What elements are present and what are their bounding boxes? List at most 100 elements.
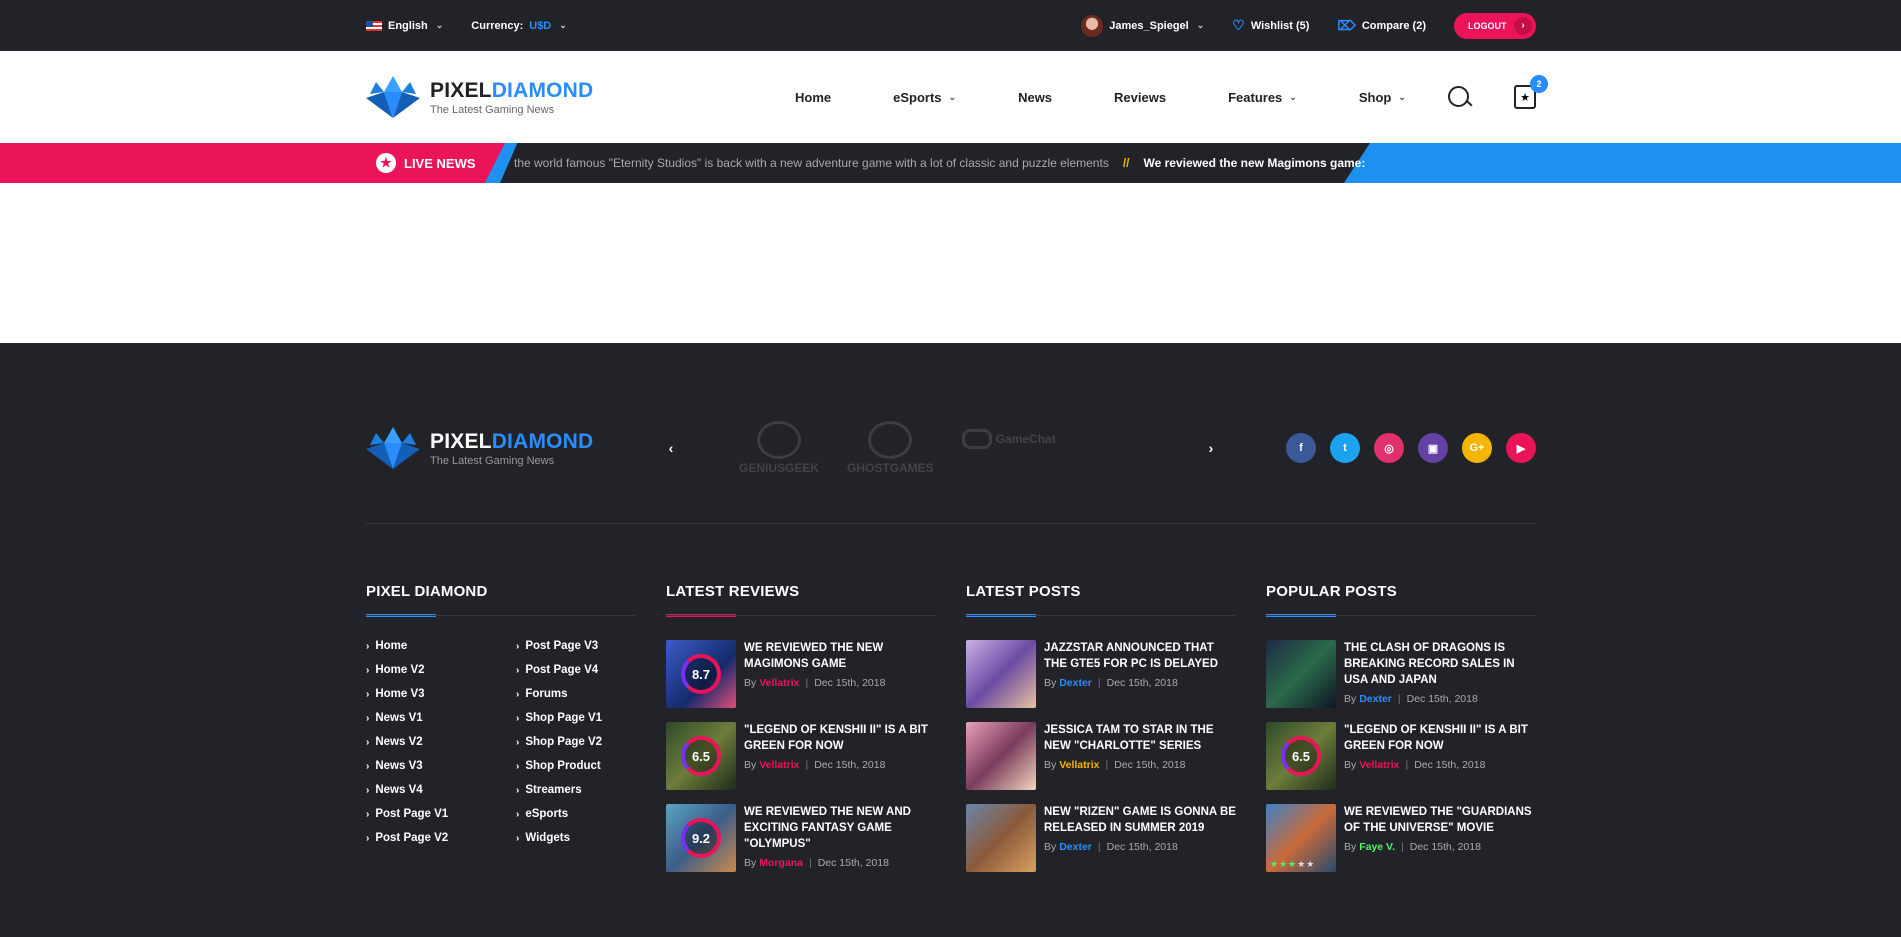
nav-shop[interactable]: Shop ⌄ — [1328, 90, 1437, 105]
footer-link-label: Home V2 — [375, 664, 425, 676]
post-title[interactable]: We reviewed the new Magimons game — [744, 640, 936, 672]
footer-link[interactable]: › News V3 — [366, 760, 516, 772]
chevron-right-icon: › — [366, 808, 370, 820]
cart-icon[interactable]: ★ 2 — [1514, 75, 1548, 109]
post-item[interactable]: Jessica Tam to star in the new "Charlott… — [966, 722, 1236, 790]
news-ticker[interactable]: the world famous "Eternity Studios" is b… — [514, 143, 1370, 183]
compare-link[interactable]: ⌦ Compare (2) — [1337, 18, 1426, 34]
footer-link[interactable]: › News V2 — [366, 736, 516, 748]
post-thumbnail[interactable]: ★★★★★ — [1266, 804, 1336, 872]
footer-link[interactable]: › Home V2 — [366, 664, 516, 676]
nav-features[interactable]: Features ⌄ — [1197, 90, 1328, 105]
site-logo[interactable]: PIXELDIAMOND The Latest Gaming News — [366, 76, 706, 118]
footer-link[interactable]: › Streamers — [516, 784, 636, 796]
post-item[interactable]: 8.7 We reviewed the new Magimons game By V… — [666, 640, 936, 708]
post-title[interactable]: The Clash of Dragons is breaking record … — [1344, 640, 1536, 688]
footer-link[interactable]: › eSports — [516, 808, 636, 820]
instagram-icon[interactable]: ◎ — [1374, 433, 1404, 463]
post-title[interactable]: We reviewed the "Guardians of the Univer… — [1344, 804, 1536, 836]
partner-logo[interactable]: GHOSTGAMES — [847, 421, 934, 475]
chevron-right-icon: › — [366, 664, 370, 676]
footer-link[interactable]: › Home — [366, 640, 516, 652]
meta-separator: | — [808, 857, 812, 869]
user-menu[interactable]: James_Spiegel ⌄ — [1081, 14, 1204, 37]
post-item[interactable]: 6.5 "Legend of Kenshii II" is a bit green… — [666, 722, 936, 790]
post-author[interactable]: Vellatrix — [759, 759, 799, 771]
post-author[interactable]: Vellatrix — [1359, 759, 1399, 771]
post-author[interactable]: Vellatrix — [1059, 759, 1099, 771]
post-thumbnail[interactable]: 8.7 — [666, 640, 736, 708]
footer-link[interactable]: › Shop Product — [516, 760, 636, 772]
post-title[interactable]: New "Rizen" game is gonna be released in… — [1044, 804, 1236, 836]
footer-link[interactable]: › Home V3 — [366, 688, 516, 700]
footer-link[interactable]: › News V1 — [366, 712, 516, 724]
post-author[interactable]: Dexter — [1059, 841, 1092, 853]
post-meta: By Dexter | Dec 15th, 2018 — [1044, 841, 1236, 853]
post-meta: By Dexter | Dec 15th, 2018 — [1044, 677, 1236, 689]
logout-button[interactable]: LOGOUT › — [1454, 12, 1536, 39]
by-label: By — [1344, 759, 1357, 771]
post-thumbnail[interactable] — [966, 640, 1036, 708]
facebook-icon[interactable]: f — [1286, 433, 1316, 463]
post-date: Dec 15th, 2018 — [1406, 693, 1478, 705]
ticker-item[interactable]: the world famous "Eternity Studios" is b… — [514, 156, 1109, 170]
main-header: PIXELDIAMOND The Latest Gaming News Home… — [0, 51, 1901, 143]
nav-news[interactable]: News — [987, 90, 1083, 105]
footer-link[interactable]: › Shop Page V2 — [516, 736, 636, 748]
footer: PIXELDIAMOND The Latest Gaming News ‹ GE… — [0, 343, 1901, 937]
currency-selector[interactable]: Currency: U$D ⌄ — [471, 20, 567, 32]
language-selector[interactable]: English ⌄ — [366, 20, 443, 32]
footer-link[interactable]: › Forums — [516, 688, 636, 700]
footer-link[interactable]: › Widgets — [516, 832, 636, 844]
footer-link[interactable]: › Post Page V4 — [516, 664, 636, 676]
post-item[interactable]: The Clash of Dragons is breaking record … — [1266, 640, 1536, 708]
chevron-right-icon[interactable]: › — [1201, 440, 1221, 456]
footer-link[interactable]: › News V4 — [366, 784, 516, 796]
post-title[interactable]: Jessica Tam to star in the new "Charlott… — [1044, 722, 1236, 754]
chevron-left-icon[interactable]: ‹ — [661, 440, 681, 456]
post-thumbnail[interactable]: 6.5 — [666, 722, 736, 790]
search-icon[interactable] — [1446, 84, 1472, 110]
review-score-badge: 8.7 — [681, 654, 721, 694]
diamond-logo-icon — [366, 76, 420, 118]
post-author[interactable]: Vellatrix — [759, 677, 799, 689]
footer-logo[interactable]: PIXELDIAMOND The Latest Gaming News — [366, 427, 706, 469]
google-plus-icon[interactable]: G+ — [1462, 433, 1492, 463]
footer-link[interactable]: › Post Page V1 — [366, 808, 516, 820]
ticker-item[interactable]: We reviewed the new Magimons game: — [1144, 156, 1366, 170]
post-thumbnail[interactable] — [966, 804, 1036, 872]
footer-link[interactable]: › Post Page V2 — [366, 832, 516, 844]
post-title[interactable]: Jazzstar announced that the GTE5 for PC … — [1044, 640, 1236, 672]
post-title[interactable]: "Legend of Kenshii II" is a bit green fo… — [744, 722, 936, 754]
post-title[interactable]: We reviewed the new and exciting fantasy… — [744, 804, 936, 852]
post-thumbnail[interactable] — [1266, 640, 1336, 708]
column-title: POPULAR POSTS — [1266, 583, 1397, 600]
nav-reviews[interactable]: Reviews — [1083, 90, 1197, 105]
partner-logo[interactable]: GameChat — [961, 403, 1056, 475]
chevron-right-icon: › — [516, 784, 520, 796]
post-author[interactable]: Dexter — [1359, 693, 1392, 705]
nav-home[interactable]: Home — [764, 90, 862, 105]
post-author[interactable]: Dexter — [1059, 677, 1092, 689]
post-title[interactable]: "Legend of Kenshii II" is a bit green fo… — [1344, 722, 1536, 754]
post-thumbnail[interactable]: 6.5 — [1266, 722, 1336, 790]
post-thumbnail[interactable] — [966, 722, 1036, 790]
star-icon: ★ — [376, 153, 396, 173]
post-item[interactable]: 9.2 We reviewed the new and exciting fant… — [666, 804, 936, 872]
twitch-icon[interactable]: ▣ — [1418, 433, 1448, 463]
post-item[interactable]: ★★★★★ We reviewed the "Guardians of the U… — [1266, 804, 1536, 872]
by-label: By — [1044, 677, 1057, 689]
post-item[interactable]: 6.5 "Legend of Kenshii II" is a bit green… — [1266, 722, 1536, 790]
post-thumbnail[interactable]: 9.2 — [666, 804, 736, 872]
partner-logo[interactable]: GENIUSGEEK — [739, 421, 819, 475]
twitter-icon[interactable]: t — [1330, 433, 1360, 463]
post-item[interactable]: New "Rizen" game is gonna be released in… — [966, 804, 1236, 872]
footer-link[interactable]: › Shop Page V1 — [516, 712, 636, 724]
post-author[interactable]: Morgana — [759, 857, 803, 869]
post-item[interactable]: Jazzstar announced that the GTE5 for PC … — [966, 640, 1236, 708]
post-author[interactable]: Faye V. — [1359, 841, 1395, 853]
footer-link[interactable]: › Post Page V3 — [516, 640, 636, 652]
youtube-icon[interactable]: ▶ — [1506, 433, 1536, 463]
nav-esports[interactable]: eSports ⌄ — [862, 90, 987, 105]
wishlist-link[interactable]: ♡ Wishlist (5) — [1232, 17, 1309, 34]
